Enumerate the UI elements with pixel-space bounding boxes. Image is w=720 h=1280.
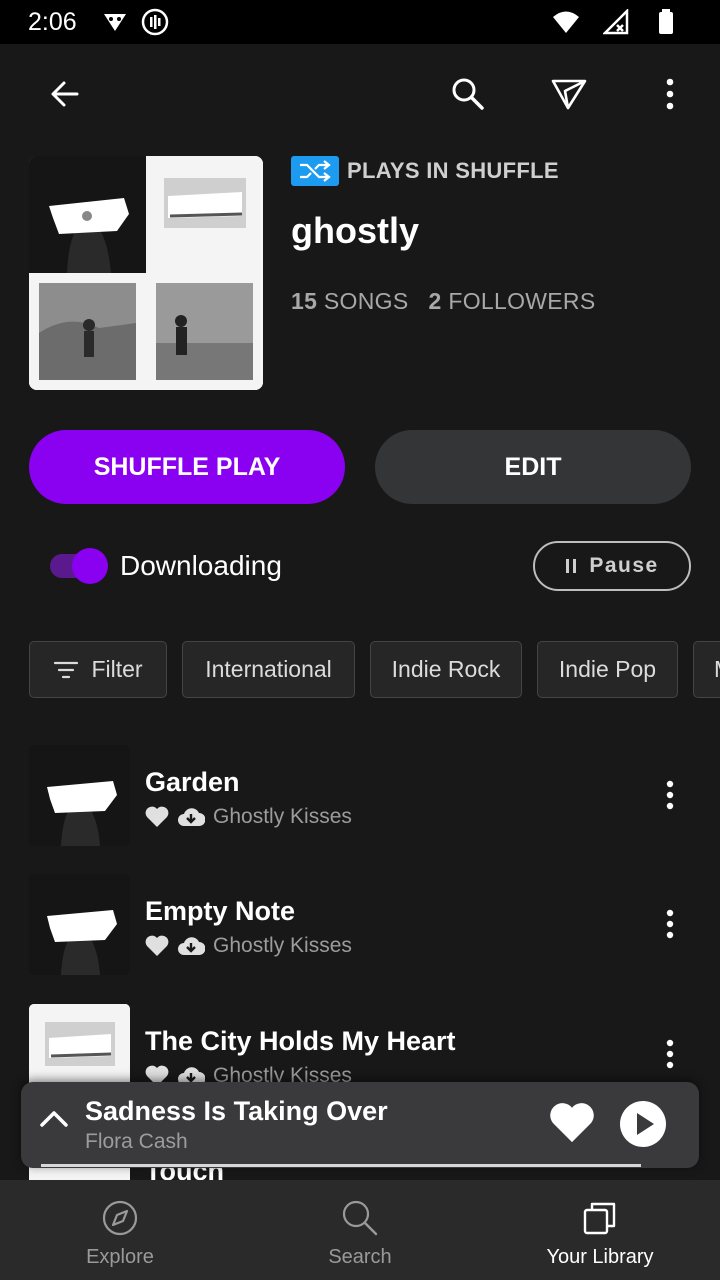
more-vertical-icon bbox=[666, 909, 674, 939]
chip-label: M bbox=[714, 656, 720, 683]
compass-icon bbox=[100, 1198, 140, 1238]
more-vertical-icon bbox=[666, 780, 674, 810]
song-more-button[interactable] bbox=[650, 904, 690, 944]
song-more-button[interactable] bbox=[650, 1034, 690, 1074]
bottom-navigation: Explore Search Your Library bbox=[0, 1180, 720, 1280]
search-button[interactable] bbox=[440, 66, 496, 122]
song-title: Garden bbox=[145, 767, 240, 797]
song-row[interactable]: Empty Note Ghostly Kisses bbox=[0, 874, 720, 984]
wifi-icon bbox=[552, 8, 580, 36]
now-playing-artist: Flora Cash bbox=[85, 1130, 188, 1153]
battery-icon bbox=[652, 8, 680, 36]
share-button[interactable] bbox=[541, 66, 597, 122]
song-title: The City Holds My Heart bbox=[145, 1026, 456, 1056]
chip-label: Indie Pop bbox=[558, 656, 657, 682]
shuffle-label: PLAYS IN SHUFFLE bbox=[347, 158, 559, 183]
more-vertical-icon bbox=[666, 78, 674, 110]
cover-art-3 bbox=[29, 273, 146, 390]
song-artist: Ghostly Kisses bbox=[213, 934, 352, 957]
song-title: Empty Note bbox=[145, 896, 296, 926]
top-app-bar bbox=[0, 44, 720, 144]
pause-download-button[interactable]: Pause bbox=[533, 541, 691, 591]
filter-chip-label: Filter bbox=[91, 656, 143, 682]
status-bar: 2:06 bbox=[0, 0, 720, 44]
play-icon bbox=[620, 1101, 666, 1147]
chip-international[interactable]: International bbox=[182, 641, 355, 698]
edit-button[interactable]: EDIT bbox=[375, 430, 691, 504]
nav-your-library[interactable]: Your Library bbox=[480, 1180, 720, 1280]
followers-count: 2 bbox=[428, 288, 442, 314]
status-time: 2:06 bbox=[28, 7, 77, 36]
chevron-up-icon bbox=[40, 1111, 68, 1127]
plays-in-shuffle: PLAYS IN SHUFFLE bbox=[291, 156, 559, 186]
play-button[interactable] bbox=[619, 1100, 667, 1153]
filter-chip[interactable]: Filter bbox=[29, 641, 167, 698]
send-icon bbox=[551, 79, 587, 110]
expand-player-button[interactable] bbox=[39, 1108, 69, 1133]
notification-app-icon bbox=[101, 8, 129, 36]
heart-icon bbox=[550, 1103, 594, 1143]
nav-label: Search bbox=[328, 1246, 392, 1268]
now-playing-title: Sadness Is Taking Over bbox=[85, 1096, 388, 1126]
downloading-label: Downloading bbox=[120, 550, 282, 581]
nav-label: Your Library bbox=[546, 1246, 654, 1268]
toggle-knob bbox=[72, 548, 108, 584]
heart-icon bbox=[145, 935, 169, 956]
nav-search[interactable]: Search bbox=[240, 1180, 480, 1280]
filter-icon bbox=[54, 661, 79, 678]
nav-label: Explore bbox=[86, 1246, 154, 1268]
more-options-button[interactable] bbox=[642, 66, 698, 122]
chip-label: Indie Rock bbox=[391, 656, 501, 682]
download-toggle[interactable] bbox=[48, 548, 108, 584]
playlist-title: ghostly bbox=[291, 210, 420, 251]
chip-partial[interactable]: M bbox=[693, 641, 720, 698]
chip-label: International bbox=[205, 656, 332, 682]
back-button[interactable] bbox=[37, 66, 93, 122]
playlist-stats: 15 SONGS 2 FOLLOWERS bbox=[291, 288, 595, 315]
followers-label: FOLLOWERS bbox=[448, 288, 596, 314]
cover-art-1 bbox=[29, 156, 146, 274]
song-row[interactable]: Garden Ghostly Kisses bbox=[0, 745, 720, 855]
more-vertical-icon bbox=[666, 1039, 674, 1069]
song-artwork bbox=[29, 745, 130, 846]
cover-art-4 bbox=[146, 273, 263, 390]
playlist-cover bbox=[29, 156, 263, 390]
like-button[interactable] bbox=[549, 1102, 595, 1149]
shuffle-play-button[interactable]: SHUFFLE PLAY bbox=[29, 430, 345, 504]
search-icon bbox=[340, 1198, 380, 1238]
cellular-signal-icon bbox=[602, 8, 630, 36]
heart-icon bbox=[145, 806, 169, 827]
audio-app-icon bbox=[141, 8, 169, 36]
arrow-left-icon bbox=[51, 81, 79, 107]
pause-icon bbox=[566, 559, 577, 573]
songs-label: SONGS bbox=[323, 288, 409, 314]
songs-count: 15 bbox=[291, 288, 318, 314]
downloaded-icon bbox=[178, 937, 205, 955]
nav-explore[interactable]: Explore bbox=[0, 1180, 240, 1280]
song-artwork bbox=[29, 874, 130, 975]
library-icon bbox=[580, 1198, 620, 1238]
chip-indie-rock[interactable]: Indie Rock bbox=[370, 641, 522, 698]
playback-progress bbox=[41, 1164, 641, 1167]
search-icon bbox=[452, 78, 484, 110]
downloaded-icon bbox=[178, 808, 205, 826]
shuffle-icon bbox=[291, 156, 339, 186]
pause-label: Pause bbox=[589, 554, 659, 577]
cover-art-2 bbox=[146, 156, 263, 273]
song-more-button[interactable] bbox=[650, 775, 690, 815]
song-artist: Ghostly Kisses bbox=[213, 805, 352, 828]
chip-indie-pop[interactable]: Indie Pop bbox=[537, 641, 678, 698]
song-meta: Ghostly Kisses bbox=[145, 934, 352, 958]
mini-player[interactable]: Sadness Is Taking Over Flora Cash bbox=[21, 1082, 699, 1168]
song-meta: Ghostly Kisses bbox=[145, 805, 352, 829]
